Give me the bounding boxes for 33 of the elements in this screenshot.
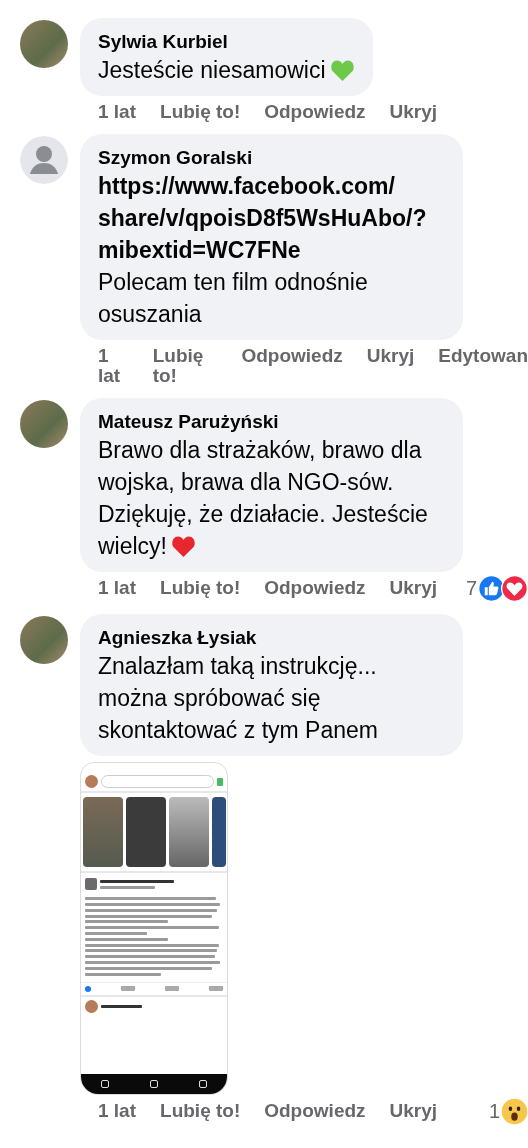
hide-link[interactable]: Ukryj: [389, 578, 438, 598]
author-name[interactable]: Szymon Goralski: [98, 146, 445, 170]
hide-link[interactable]: Ukryj: [389, 102, 438, 122]
like-link[interactable]: Lubię to!: [152, 346, 218, 386]
reply-link[interactable]: Odpowiedz: [264, 578, 366, 598]
reply-link[interactable]: Odpowiedz: [241, 346, 343, 366]
avatar-photo-placeholder[interactable]: [20, 616, 68, 664]
hide-link[interactable]: Ukryj: [366, 346, 415, 366]
hide-link[interactable]: Ukryj: [389, 1101, 438, 1121]
time-link[interactable]: 1 lat: [98, 102, 137, 122]
reply-link[interactable]: Odpowiedz: [264, 102, 366, 122]
author-name[interactable]: Agnieszka Łysiak: [98, 626, 445, 650]
like-link[interactable]: Lubię to!: [160, 578, 241, 598]
default-avatar-icon[interactable]: [20, 136, 68, 184]
avatar-photo-placeholder[interactable]: [20, 400, 68, 448]
avatar-photo-placeholder[interactable]: [20, 20, 68, 68]
time-link[interactable]: 1 lat: [98, 578, 137, 598]
comment-text: Znalazłam taką instrukcję... można spróbować się skontaktować z tym Panem: [98, 652, 379, 745]
like-link[interactable]: Lubię to!: [160, 102, 241, 122]
author-name[interactable]: Sylwia Kurbiel: [98, 30, 355, 54]
comment-text: Brawo dla strażaków, brawo dla wojska, brawa dla NGO-sów. Dziękuję, że działacie. Jesteście wielcy!: [98, 436, 429, 561]
comment-text: Jesteście niesamowici: [98, 54, 355, 86]
comment-text: Polecam ten film odnośnie osuszania: [98, 268, 369, 329]
time-link[interactable]: 1 lat: [98, 346, 129, 386]
author-name[interactable]: Mateusz Parużyński: [98, 410, 445, 434]
phone-screenshot-drawing[interactable]: [80, 762, 228, 1095]
like-link[interactable]: Lubię to!: [160, 1101, 241, 1121]
reaction-count[interactable]: 7: [465, 577, 477, 600]
reply-link[interactable]: Odpowiedz: [264, 1101, 366, 1121]
edited-label: Edytowan: [438, 346, 528, 366]
time-link[interactable]: 1 lat: [98, 1101, 137, 1121]
shared-link[interactable]: https://www.facebook.com/share/v/qpoisD8f5WsHuAbo/?mibextid=WC7FNe: [98, 170, 445, 266]
reaction-count[interactable]: 1: [488, 1100, 500, 1123]
